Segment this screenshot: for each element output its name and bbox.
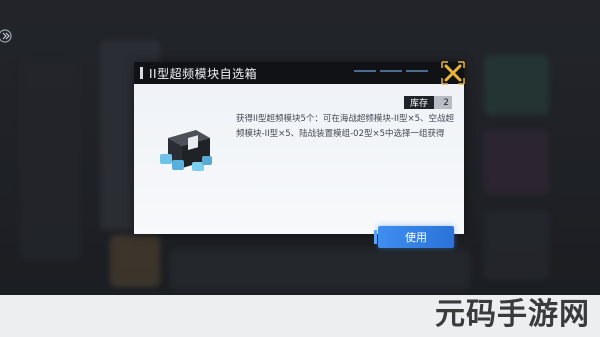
bottom-strip: 元码手游网 (0, 295, 600, 337)
stock-label: 库存 (404, 96, 434, 109)
header-accent-bar (140, 67, 143, 79)
module-box-icon (158, 124, 216, 174)
stock-badge: 库存 2 (404, 96, 452, 109)
chevron-right-icon[interactable] (0, 28, 14, 43)
watermark-text: 元码手游网 (435, 297, 590, 332)
use-button[interactable]: 使用 (374, 226, 454, 248)
header-decoration (354, 70, 428, 72)
item-description: 获得II型超频模块5个：可在海战超频模块-II型×5、空战超频模块-II型×5、… (236, 114, 455, 139)
dialog-title: II型超频模块自选箱 (149, 66, 258, 81)
dialog-header: II型超频模块自选箱 (134, 62, 464, 84)
close-button[interactable] (440, 60, 466, 86)
close-x-icon (441, 61, 465, 85)
stock-count: 2 (443, 97, 449, 108)
